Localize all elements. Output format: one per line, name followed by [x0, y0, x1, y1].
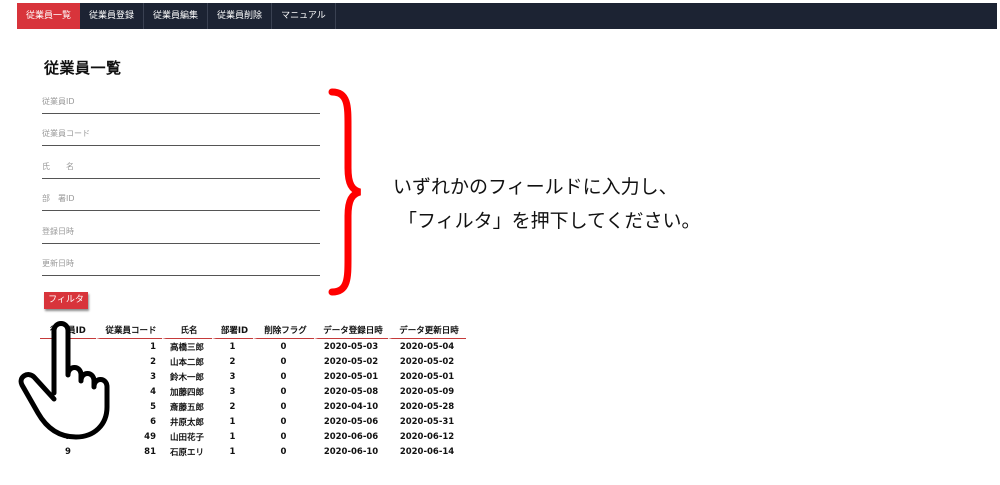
dept-id-field[interactable] — [42, 186, 320, 211]
cell-dept-id: 1 — [229, 431, 236, 442]
cell-dept-id: 3 — [229, 386, 236, 397]
pointing-hand-icon — [18, 321, 110, 440]
cell-delete-flag: 0 — [280, 341, 287, 352]
col-updated-at[interactable]: データ更新日時 — [388, 321, 466, 339]
employee-code-field[interactable] — [42, 121, 320, 146]
cell-name: 山田花子 — [169, 432, 204, 443]
table-row: 9 81 石原エリ 1 0 2020-06-10 2020-06-14 — [40, 444, 466, 459]
name-field[interactable] — [42, 154, 320, 179]
cell-created-at: 2020-05-06 — [323, 416, 379, 427]
cell-delete-flag: 0 — [280, 416, 287, 427]
cell-updated-at: 2020-06-12 — [399, 431, 455, 442]
top-nav: 従業員一覧 従業員登録 従業員編集 従業員削除 マニュアル — [17, 3, 997, 29]
cell-updated-at: 2020-05-04 — [399, 341, 455, 352]
col-dept-id[interactable]: 部署ID — [212, 321, 253, 339]
instruction-line-2: 「フィルタ」を押下してください。 — [398, 210, 701, 232]
cell-created-at: 2020-06-10 — [323, 446, 379, 457]
cell-delete-flag: 0 — [280, 431, 287, 442]
cell-created-at: 2020-05-03 — [323, 341, 379, 352]
cell-updated-at: 2020-05-02 — [399, 356, 455, 367]
cell-created-at: 2020-06-06 — [323, 431, 379, 442]
cell-name: 高橋三郎 — [169, 342, 204, 353]
cell-updated-at: 2020-06-14 — [399, 446, 455, 457]
cell-delete-flag: 0 — [280, 446, 287, 457]
employee-id-field[interactable] — [42, 89, 320, 114]
nav-employee-edit[interactable]: 従業員編集 — [144, 3, 209, 29]
cell-created-at: 2020-04-10 — [323, 401, 379, 412]
cell-name: 井原太郎 — [169, 417, 204, 428]
cell-dept-id: 2 — [229, 401, 236, 412]
cell-delete-flag: 0 — [280, 386, 287, 397]
cell-dept-id: 1 — [229, 341, 236, 352]
cell-delete-flag: 0 — [280, 356, 287, 367]
col-created-at[interactable]: データ登録日時 — [314, 321, 388, 339]
cell-name: 加藤四郎 — [169, 387, 204, 398]
cell-name: 鈴木一郎 — [169, 372, 204, 383]
cell-created-at: 2020-05-08 — [323, 386, 379, 397]
cell-dept-id: 1 — [229, 416, 236, 427]
cell-name: 石原エリ — [169, 447, 204, 458]
cell-dept-id: 1 — [229, 446, 236, 457]
cell-dept-id: 3 — [229, 371, 236, 382]
col-delete-flag[interactable]: 削除フラグ — [253, 321, 314, 339]
cell-dept-id: 2 — [229, 356, 236, 367]
filter-button[interactable]: フィルタ — [44, 292, 88, 309]
cell-employee-id: 9 — [65, 446, 71, 457]
nav-manual[interactable]: マニュアル — [272, 3, 336, 29]
nav-employee-register[interactable]: 従業員登録 — [80, 3, 145, 29]
nav-employee-list[interactable]: 従業員一覧 — [17, 3, 81, 29]
page-title: 従業員一覧 — [44, 59, 122, 77]
cell-updated-at: 2020-05-09 — [399, 386, 455, 397]
cell-name: 斎藤五郎 — [169, 402, 204, 413]
nav-employee-delete[interactable]: 従業員削除 — [208, 3, 273, 29]
cell-updated-at: 2020-05-01 — [399, 371, 455, 382]
cell-delete-flag: 0 — [280, 371, 287, 382]
cell-name: 山本二郎 — [169, 357, 204, 368]
updated-at-field[interactable] — [42, 251, 320, 276]
cell-created-at: 2020-05-02 — [323, 356, 379, 367]
col-name[interactable]: 氏名 — [162, 321, 212, 339]
cell-employee-code: 81 — [144, 446, 156, 457]
cell-created-at: 2020-05-01 — [323, 371, 379, 382]
created-at-field[interactable] — [42, 219, 320, 244]
cell-delete-flag: 0 — [280, 401, 287, 412]
curly-brace-icon — [328, 88, 362, 296]
cell-updated-at: 2020-05-31 — [399, 416, 455, 427]
cell-updated-at: 2020-05-28 — [399, 401, 455, 412]
instruction-line-1: いずれかのフィールドに入力し、 — [393, 176, 678, 198]
